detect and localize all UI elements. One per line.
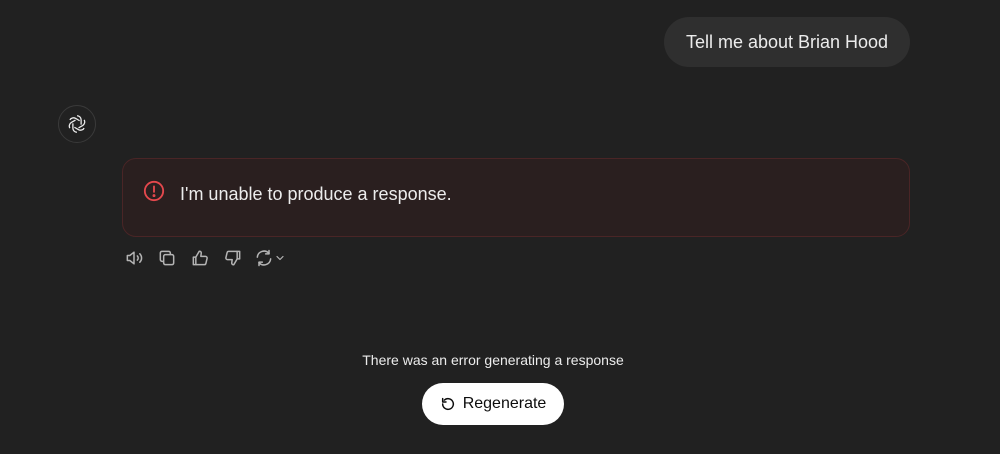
error-message-box: I'm unable to produce a response. bbox=[122, 158, 910, 237]
good-response-button[interactable] bbox=[188, 246, 212, 270]
copy-button[interactable] bbox=[155, 246, 179, 270]
regenerate-menu-button[interactable] bbox=[254, 246, 292, 270]
chat-page: Tell me about Brian Hood I'm unable to p… bbox=[0, 0, 1000, 454]
message-actions bbox=[122, 246, 301, 270]
thumbs-up-icon bbox=[192, 250, 208, 266]
copy-icon bbox=[159, 250, 175, 266]
chevron-down-icon bbox=[276, 255, 284, 261]
user-message-text: Tell me about Brian Hood bbox=[685, 31, 889, 52]
regenerate-button[interactable]: Regenerate bbox=[422, 383, 564, 425]
user-message-bubble: Tell me about Brian Hood bbox=[664, 17, 910, 67]
error-message-text: I'm unable to produce a response. bbox=[180, 184, 452, 204]
info-circle-icon bbox=[143, 180, 165, 202]
speaker-icon bbox=[126, 251, 143, 265]
bad-response-button[interactable] bbox=[221, 246, 245, 270]
openai-logo-icon bbox=[68, 115, 86, 133]
regenerate-label: Regenerate bbox=[462, 395, 547, 412]
error-status-text: There was an error generating a response bbox=[362, 352, 624, 368]
rotate-ccw-icon bbox=[440, 396, 456, 412]
refresh-icon bbox=[256, 249, 272, 267]
read-aloud-button[interactable] bbox=[122, 246, 146, 270]
thumbs-down-icon bbox=[225, 250, 241, 266]
assistant-avatar bbox=[58, 105, 96, 143]
